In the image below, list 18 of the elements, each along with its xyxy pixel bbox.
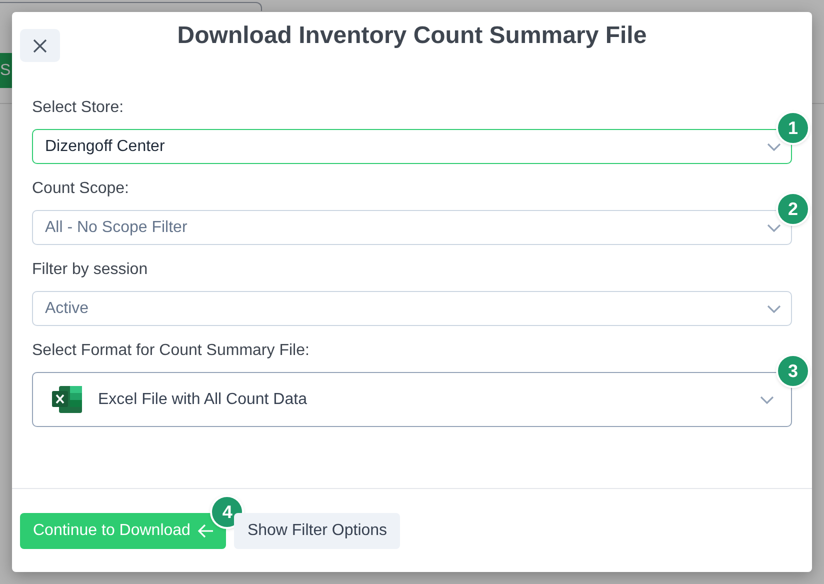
field-label: Select Format for Count Summary File:: [32, 341, 310, 361]
field-label: Filter by session: [32, 260, 149, 280]
step-badge: 3: [778, 356, 808, 386]
close-button[interactable]: [20, 29, 60, 62]
arrow-left-icon: [198, 524, 214, 538]
chevron-down-icon: [767, 142, 781, 150]
dialog-title: Download Inventory Count Summary File: [177, 22, 647, 50]
close-icon: [33, 38, 47, 52]
field-label: Count Scope:: [32, 179, 130, 199]
select-field[interactable]: Active: [32, 291, 792, 326]
field-label: Select Store:: [32, 98, 125, 118]
chevron-down-icon: [760, 396, 774, 404]
spreadsheet-icon: [52, 386, 82, 413]
chevron-down-icon: [767, 304, 781, 312]
step-badge: 2: [778, 194, 808, 224]
step-badge: 1: [778, 113, 808, 143]
filter-options-button[interactable]: Show Filter Options: [234, 513, 400, 549]
chevron-down-icon: [767, 224, 781, 232]
